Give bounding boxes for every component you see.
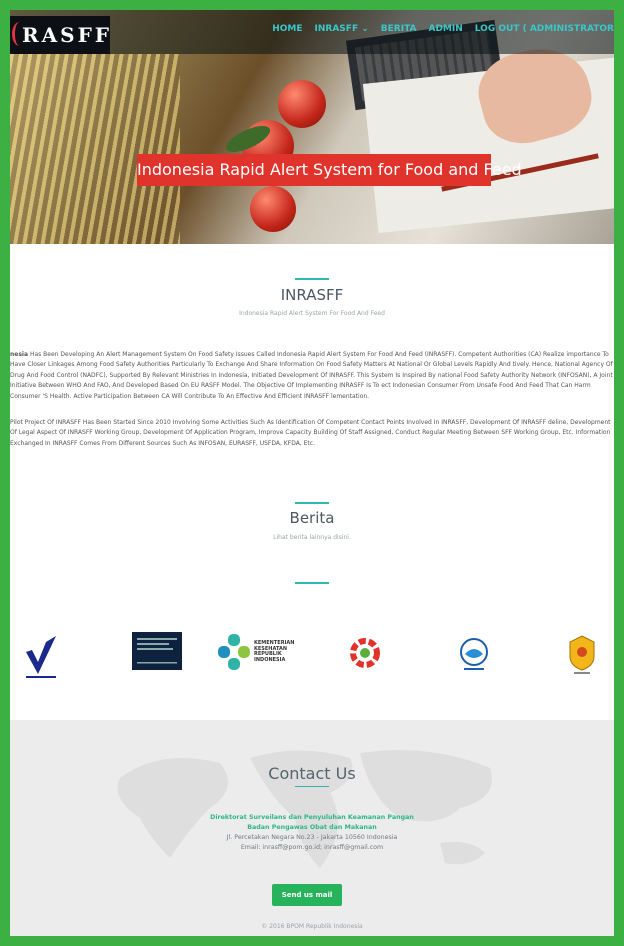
about-lead: nesia [10, 351, 29, 358]
kemenkes-label: KEMENTERIAN KESEHATAN REPUBLIK INDONESIA [254, 640, 295, 663]
about-paragraph-2: Pilot Project Of INRASFF Has Been Starte… [10, 419, 611, 447]
contact-section: Contact Us Direktorat Surveilans dan Pen… [10, 720, 614, 936]
main-nav: HOME INRASFF ⌄ BERITA ADMIN LOG OUT ( AD… [272, 24, 614, 34]
contact-title: Contact Us [268, 764, 356, 783]
contact-email: Email: inrasff@pom.go.id; inrasff@gmail.… [240, 844, 384, 851]
contact-address: Jl. Percetakan Negara No.23 - Jakarta 10… [226, 834, 398, 841]
ministry-agriculture-logo[interactable] [566, 634, 598, 680]
ministry-trade-logo[interactable] [132, 632, 182, 670]
kemenkes-emblem-icon [218, 634, 250, 670]
about-subtitle: Indonesia Rapid Alert System For Food An… [239, 310, 385, 317]
hero-wheat-image [10, 54, 180, 244]
contact-org-line1: Direktorat Surveilans dan Penyuluhan Kea… [210, 814, 414, 821]
site-logo[interactable]: RASFF [10, 16, 110, 54]
logo-text: RASFF [22, 23, 112, 47]
nav-inrasff[interactable]: INRASFF ⌄ [315, 24, 369, 34]
hero-banner: Indonesia Rapid Alert System for Food an… [137, 154, 522, 186]
chevron-down-icon: ⌄ [361, 24, 369, 34]
send-mail-button[interactable]: Send us mail [272, 884, 342, 906]
nav-inrasff-label: INRASFF [314, 24, 359, 34]
nav-admin[interactable]: ADMIN [428, 24, 462, 34]
kemenkes-logo[interactable]: KEMENTERIAN KESEHATAN REPUBLIK INDONESIA [218, 634, 294, 670]
about-paragraph-1: nesia Has Been Developing An Alert Manag… [10, 350, 614, 402]
bpom-logo[interactable] [24, 632, 58, 684]
nav-logout[interactable]: LOG OUT ( ADMINISTRATOR [475, 24, 614, 34]
page-frame: RASFF HOME INRASFF ⌄ BERITA ADMIN LOG OU… [10, 10, 614, 936]
berita-subtitle[interactable]: Lihat berita lainnya disini. [10, 534, 614, 541]
about-title: INRASFF [280, 286, 344, 304]
nav-berita[interactable]: BERITA [381, 24, 417, 34]
hero-tomato-image [250, 186, 296, 232]
ministry-industry-logo[interactable] [348, 636, 382, 674]
section-divider [295, 278, 329, 280]
copyright: © 2016 BPOM Republik Indonesia [261, 923, 363, 930]
hero-tomato-image [278, 80, 326, 128]
contact-org-line2: Badan Pengawas Obat dan Makanan [247, 824, 377, 831]
section-divider [295, 582, 329, 584]
ministry-marine-logo[interactable] [458, 634, 490, 678]
berita-title[interactable]: Berita [10, 509, 614, 527]
hero-section: RASFF HOME INRASFF ⌄ BERITA ADMIN LOG OU… [10, 10, 614, 244]
about-paragraph-1-text: Has Been Developing An Alert Management … [10, 351, 613, 400]
section-divider [295, 502, 329, 504]
section-divider [295, 786, 329, 787]
nav-home[interactable]: HOME [272, 24, 302, 34]
